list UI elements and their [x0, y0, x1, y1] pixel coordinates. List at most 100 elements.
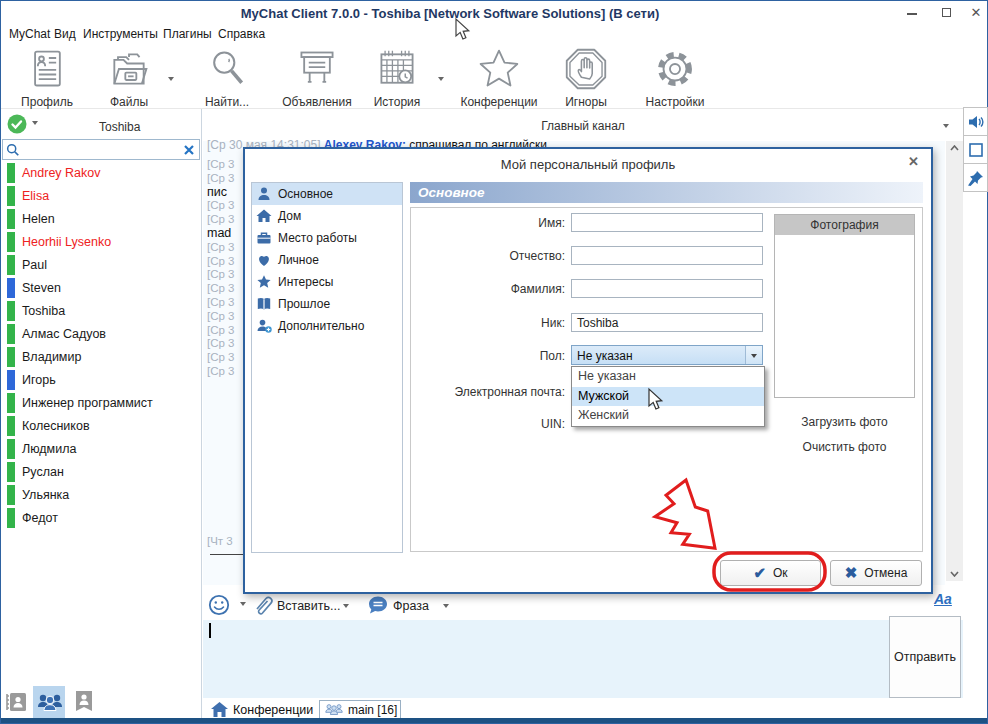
channel-header[interactable]: Главный канал [203, 109, 963, 141]
nav-item-past[interactable]: Прошлое [252, 293, 402, 315]
middle-name-input[interactable] [571, 246, 763, 265]
heart-icon [256, 252, 272, 268]
contacts-group-icon[interactable] [36, 690, 64, 714]
emoji-icon[interactable] [208, 594, 230, 616]
contact-row[interactable]: Andrey Rakov [2, 162, 201, 185]
status-bar [7, 324, 15, 344]
window-title: MyChat Client 7.0.0 - Toshiba [Network S… [1, 6, 899, 21]
status-bar [7, 301, 15, 321]
contact-row[interactable]: Steven [2, 277, 201, 300]
first-name-input[interactable] [571, 213, 763, 232]
cancel-button[interactable]: ✖ Отмена [830, 560, 922, 586]
contact-row[interactable]: Игорь [2, 369, 201, 392]
history-dropdown-caret[interactable] [438, 77, 444, 81]
contact-row[interactable]: Toshiba [2, 300, 201, 323]
nav-item-interests[interactable]: Интересы [252, 271, 402, 293]
contact-row[interactable]: Федот [2, 507, 201, 530]
combobox-button[interactable] [745, 346, 762, 364]
ok-button[interactable]: ✔ Ок [720, 560, 821, 586]
status-dropdown-caret[interactable] [32, 121, 38, 125]
sound-button[interactable] [963, 107, 988, 136]
menu-plugins[interactable]: Плагины [163, 27, 212, 41]
dropdown-option[interactable]: Женский [572, 406, 764, 426]
contact-row[interactable]: Алмас Садуов [2, 323, 201, 346]
contact-row[interactable]: Людмила [2, 438, 201, 461]
contact-row[interactable]: Heorhii Lysenko [2, 231, 201, 254]
field-label: Пол: [415, 349, 565, 363]
status-online-icon[interactable] [6, 113, 28, 135]
send-button[interactable]: Отправить [889, 616, 961, 698]
contact-row[interactable]: Колесников [2, 415, 201, 438]
load-photo-link[interactable]: Загрузить фото [774, 415, 915, 429]
stop-hand-icon [538, 47, 634, 91]
dialog-title: Мой персональный профиль [245, 157, 931, 172]
attach-icon[interactable] [253, 594, 273, 616]
toolbar-history-button[interactable]: История [349, 47, 445, 109]
pin-button[interactable] [963, 163, 988, 192]
chat-scrollbar[interactable] [946, 141, 963, 581]
field-label: Электронная почта: [415, 385, 565, 399]
menu-mychat[interactable]: MyChat [9, 27, 50, 41]
toolbar: Профиль Файлы Найти... [1, 45, 987, 109]
nav-item-personal[interactable]: Личное [252, 249, 402, 271]
nick-input[interactable]: Toshiba [571, 313, 763, 332]
status-bar [7, 163, 15, 183]
nav-item-home[interactable]: Дом [252, 205, 402, 227]
status-bar [7, 370, 15, 390]
square-icon [968, 142, 984, 158]
photo-header: Фотография [775, 215, 914, 235]
contact-row[interactable]: Владимир [2, 346, 201, 369]
contact-row[interactable]: Инженер программист [2, 392, 201, 415]
files-dropdown-caret[interactable] [168, 77, 174, 81]
speaker-icon [967, 113, 985, 131]
contact-row[interactable]: Ульянка [2, 484, 201, 507]
font-settings-link[interactable]: Aa [934, 591, 952, 607]
scroll-up-icon[interactable] [950, 145, 959, 151]
phrase-dropdown-caret[interactable] [443, 604, 449, 608]
nav-item-additional[interactable]: Дополнительно [252, 315, 402, 337]
nav-item-work[interactable]: Место работы [252, 227, 402, 249]
clear-search-icon[interactable] [183, 144, 195, 156]
scroll-down-icon[interactable] [950, 571, 959, 577]
insert-label[interactable]: Вставить... [277, 599, 340, 613]
tab-main-active[interactable]: main [16] [319, 700, 401, 719]
dropdown-option[interactable]: Не указан [572, 367, 764, 387]
maximize-button[interactable] [938, 5, 954, 21]
dialog-close-icon[interactable]: ✕ [908, 154, 919, 169]
contact-row[interactable]: Paul [2, 254, 201, 277]
toolbar-settings-button[interactable]: Настройки [627, 47, 723, 109]
star-icon [451, 47, 547, 91]
menu-tools[interactable]: Инструменты [83, 27, 158, 41]
contact-search[interactable] [2, 139, 200, 160]
toolbar-search-button[interactable]: Найти... [179, 47, 275, 109]
toolbar-ignores-button[interactable]: Игноры [538, 47, 634, 109]
clear-photo-link[interactable]: Очистить фото [774, 440, 915, 454]
contact-row[interactable]: Руслан [2, 461, 201, 484]
message-input[interactable] [203, 620, 963, 698]
nav-item-general[interactable]: Основное [252, 183, 402, 205]
toolbar-conferences-button[interactable]: Конференции [451, 47, 547, 109]
contact-row[interactable]: Helen [2, 208, 201, 231]
menu-view[interactable]: Вид [54, 27, 76, 41]
last-name-input[interactable] [571, 279, 763, 298]
home-icon [211, 702, 228, 717]
contact-card-icon[interactable] [5, 690, 29, 714]
calendar-icon [349, 47, 445, 91]
emoji-dropdown-caret[interactable] [240, 602, 246, 606]
tab-conferences[interactable]: Конференции [211, 700, 313, 719]
dropdown-option-highlighted[interactable]: Мужской [572, 387, 764, 407]
status-bar [7, 508, 15, 528]
phrase-icon[interactable] [367, 594, 389, 616]
close-button[interactable]: ✕ [968, 5, 984, 21]
phrase-label[interactable]: Фраза [393, 599, 429, 613]
insert-dropdown-caret[interactable] [343, 604, 349, 608]
channel-dropdown-caret[interactable] [943, 124, 949, 128]
search-icon [179, 47, 275, 91]
window-mode-button[interactable] [963, 135, 988, 164]
minimize-button[interactable] [904, 5, 920, 21]
toolbar-files-button[interactable]: Файлы [81, 47, 177, 109]
badge-person-icon[interactable] [73, 689, 95, 714]
menu-help[interactable]: Справка [218, 27, 265, 41]
gender-combobox[interactable]: Не указан [571, 345, 763, 365]
contact-row[interactable]: Elisa [2, 185, 201, 208]
